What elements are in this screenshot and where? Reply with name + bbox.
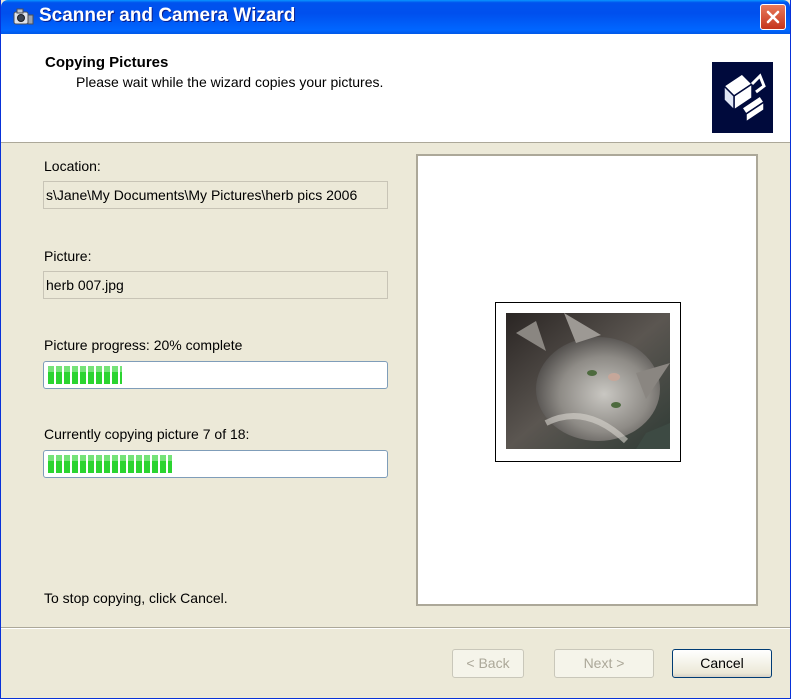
stop-hint: To stop copying, click Cancel. [44, 590, 228, 606]
page-title: Copying Pictures [45, 54, 169, 71]
wizard-header: Copying Pictures Please wait while the w… [1, 34, 790, 143]
picture-preview-pane [416, 154, 758, 606]
page-subtitle: Please wait while the wizard copies your… [76, 74, 384, 90]
wizard-logo-icon [712, 62, 773, 133]
close-icon [766, 10, 780, 24]
overall-progress-fill [48, 455, 172, 473]
picture-label: Picture: [44, 248, 92, 264]
wizard-window: Scanner and Camera Wizard Copying Pictur… [0, 0, 791, 699]
overall-progress-label: Currently copying picture 7 of 18: [44, 426, 250, 442]
back-button[interactable]: < Back [452, 649, 524, 678]
location-label: Location: [44, 158, 101, 174]
title-bar[interactable]: Scanner and Camera Wizard [1, 0, 790, 34]
close-button[interactable] [760, 4, 786, 30]
button-separator [1, 627, 790, 629]
scanner-camera-icon [12, 7, 34, 27]
next-button[interactable]: Next > [554, 649, 654, 678]
picture-field: herb 007.jpg [43, 271, 388, 299]
picture-progress-bar [43, 361, 388, 389]
window-title: Scanner and Camera Wizard [39, 5, 296, 26]
picture-progress-label: Picture progress: 20% complete [44, 337, 243, 353]
thumbnail-frame [495, 302, 681, 462]
location-field: s\Jane\My Documents\My Pictures\herb pic… [43, 181, 388, 209]
overall-progress-bar [43, 450, 388, 478]
picture-progress-fill [48, 366, 122, 384]
cancel-button[interactable]: Cancel [672, 649, 772, 678]
cat-photo [506, 313, 670, 449]
